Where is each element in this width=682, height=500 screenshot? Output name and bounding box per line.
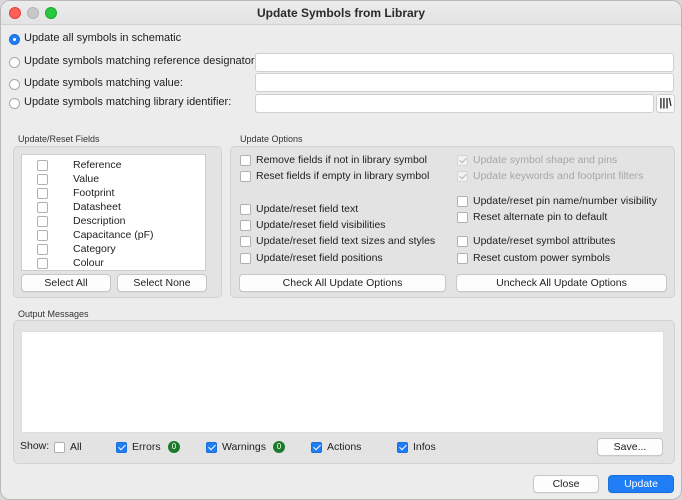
keywords-label: Update keywords and footprint filters <box>473 170 644 182</box>
list-item[interactable]: Reference <box>22 159 205 173</box>
pin-vis-label: Update/reset pin name/number visibility <box>473 195 657 207</box>
field-checkbox[interactable] <box>37 202 48 213</box>
field-text-checkbox[interactable] <box>240 204 251 215</box>
ref-designator-input[interactable] <box>255 53 674 72</box>
reset-empty-checkbox[interactable] <box>240 171 251 182</box>
value-input[interactable] <box>255 73 674 92</box>
sym-attr-checkbox[interactable] <box>457 236 468 247</box>
show-label: Show: <box>20 440 50 452</box>
field-checkbox[interactable] <box>37 174 48 185</box>
field-vis-label: Update/reset field visibilities <box>256 219 386 231</box>
list-item[interactable]: Capacitance (pF) <box>22 229 205 243</box>
power-sym-label: Reset custom power symbols <box>473 252 611 264</box>
power-sym-checkbox[interactable] <box>457 253 468 264</box>
list-item[interactable]: Colour <box>22 257 205 270</box>
radio-update-all[interactable] <box>9 34 20 45</box>
dialog-window: Update Symbols from Library Update all s… <box>0 0 682 500</box>
reset-empty-label: Reset fields if empty in library symbol <box>256 170 430 182</box>
field-vis-checkbox[interactable] <box>240 220 251 231</box>
update-button[interactable]: Update <box>608 475 674 493</box>
output-messages-box[interactable] <box>21 331 664 433</box>
remove-fields-checkbox[interactable] <box>240 155 251 166</box>
warnings-count-badge: 0 <box>273 441 285 453</box>
shape-pins-checkbox <box>457 155 468 166</box>
filter-errors-label: Errors <box>132 441 161 453</box>
library-browser-icon[interactable]: |||\ <box>656 94 675 113</box>
output-section-title: Output Messages <box>18 309 89 319</box>
keywords-checkbox <box>457 171 468 182</box>
uncheck-all-options-button[interactable]: Uncheck All Update Options <box>456 274 667 292</box>
radio-match-libid[interactable] <box>9 98 20 109</box>
list-item[interactable]: Value <box>22 173 205 187</box>
save-messages-button[interactable]: Save... <box>597 438 663 456</box>
sym-attr-label: Update/reset symbol attributes <box>473 235 616 247</box>
field-checkbox[interactable] <box>37 188 48 199</box>
radio-update-all-label: Update all symbols in schematic <box>24 32 182 44</box>
filter-errors-checkbox[interactable] <box>116 442 127 453</box>
filter-all-label: All <box>70 441 82 453</box>
field-sizes-checkbox[interactable] <box>240 236 251 247</box>
check-all-options-button[interactable]: Check All Update Options <box>239 274 446 292</box>
field-checkbox[interactable] <box>37 216 48 227</box>
window-title: Update Symbols from Library <box>256 6 426 20</box>
errors-count-badge: 0 <box>168 441 180 453</box>
options-section-title: Update Options <box>240 134 303 144</box>
filter-all-checkbox[interactable] <box>54 442 65 453</box>
remove-fields-label: Remove fields if not in library symbol <box>256 154 427 166</box>
radio-match-libid-label: Update symbols matching library identifi… <box>24 96 232 108</box>
output-group: Show: All Errors 0 Warnings 0 Actions In… <box>13 320 675 464</box>
list-item[interactable]: Datasheet <box>22 201 205 215</box>
field-checkbox[interactable] <box>37 230 48 241</box>
options-group: Remove fields if not in library symbol R… <box>230 146 675 298</box>
close-button[interactable]: Close <box>533 475 599 493</box>
shape-pins-label: Update symbol shape and pins <box>473 154 618 166</box>
fields-list[interactable]: Reference Value Footprint Datasheet Desc… <box>21 154 206 271</box>
field-text-label: Update/reset field text <box>256 203 359 215</box>
radio-match-value[interactable] <box>9 79 20 90</box>
radio-match-value-label: Update symbols matching value: <box>24 77 183 89</box>
select-all-button[interactable]: Select All <box>21 274 111 292</box>
list-item[interactable]: Footprint <box>22 187 205 201</box>
pin-vis-checkbox[interactable] <box>457 196 468 207</box>
field-checkbox[interactable] <box>37 244 48 255</box>
filter-infos-label: Infos <box>413 441 436 453</box>
fields-section-title: Update/Reset Fields <box>18 134 100 144</box>
filter-infos-checkbox[interactable] <box>397 442 408 453</box>
alt-pin-label: Reset alternate pin to default <box>473 211 608 223</box>
filter-warnings-label: Warnings <box>222 441 266 453</box>
field-pos-checkbox[interactable] <box>240 253 251 264</box>
field-checkbox[interactable] <box>37 160 48 171</box>
radio-match-ref-label: Update symbols matching reference design… <box>24 55 258 67</box>
field-checkbox[interactable] <box>37 258 48 269</box>
field-sizes-label: Update/reset field text sizes and styles <box>256 235 436 247</box>
filter-warnings-checkbox[interactable] <box>206 442 217 453</box>
library-id-input[interactable] <box>255 94 654 113</box>
radio-match-ref[interactable] <box>9 57 20 68</box>
list-item[interactable]: Category <box>22 243 205 257</box>
filter-actions-label: Actions <box>327 441 362 453</box>
alt-pin-checkbox[interactable] <box>457 212 468 223</box>
field-pos-label: Update/reset field positions <box>256 252 383 264</box>
list-item[interactable]: Description <box>22 215 205 229</box>
fields-group: Reference Value Footprint Datasheet Desc… <box>13 146 222 298</box>
select-none-button[interactable]: Select None <box>117 274 207 292</box>
filter-actions-checkbox[interactable] <box>311 442 322 453</box>
title-bar: Update Symbols from Library <box>1 1 681 25</box>
